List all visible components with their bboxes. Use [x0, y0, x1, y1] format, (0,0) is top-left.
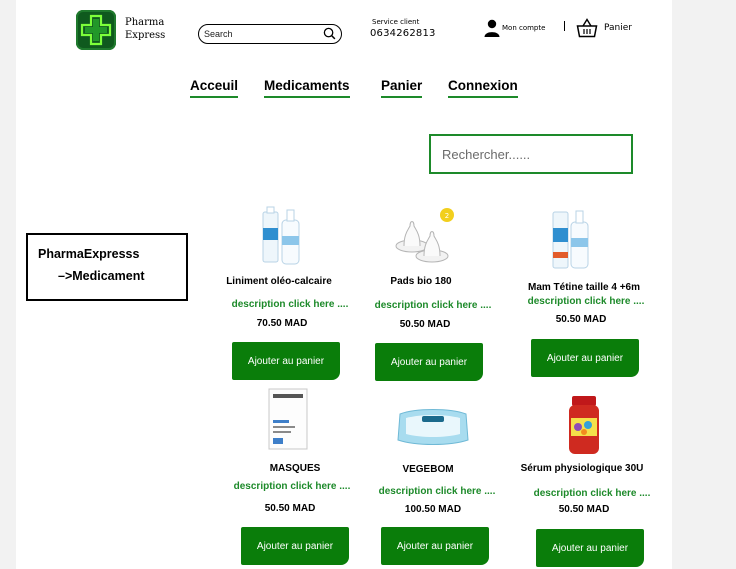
product-price: 100.50 MAD — [404, 504, 462, 515]
baby-bottle-nipple-product-image[interactable]: 2 — [392, 206, 456, 264]
breadcrumb-current: –>Medicament — [58, 269, 145, 283]
product-description-link[interactable]: description click here .... — [534, 488, 651, 499]
wipes-pack-product-image[interactable] — [396, 404, 470, 448]
cream-box-product-image[interactable] — [267, 388, 309, 450]
add-to-cart-button[interactable]: Ajouter au panier — [381, 527, 489, 565]
nav-acceuil[interactable]: Acceuil — [190, 78, 239, 98]
nav-panier[interactable]: Panier — [381, 78, 423, 98]
gummies-jar-product-image[interactable] — [566, 394, 602, 456]
product-name: MASQUES — [269, 463, 321, 474]
cart-label: Panier — [604, 23, 632, 33]
product-price: 50.50 MAD — [264, 503, 316, 514]
product-price: 50.50 MAD — [555, 314, 607, 325]
search-icon[interactable] — [323, 27, 336, 40]
svg-text:2: 2 — [445, 212, 449, 220]
pharmacy-cross-logo-icon[interactable] — [76, 10, 116, 50]
nasal-spray-product-image[interactable] — [260, 206, 302, 266]
product-name: Mam Tétine taille 4 +6m — [528, 282, 640, 293]
breadcrumb: PharmaExpresss –>Medicament — [26, 233, 188, 301]
product-name: Liniment oléo-calcaire — [226, 276, 332, 287]
add-to-cart-button[interactable]: Ajouter au panier — [375, 343, 483, 381]
product-description-link[interactable]: description click here .... — [375, 300, 492, 311]
brand-line2: Express — [125, 30, 166, 41]
user-icon — [484, 19, 500, 37]
page: Pharma Express Service client 0634262813… — [16, 0, 672, 569]
product-name: VEGEBOM — [402, 464, 454, 475]
brand-line1: Pharma — [125, 17, 165, 28]
breadcrumb-home[interactable]: PharmaExpresss — [38, 247, 139, 261]
product-name: Sérum physiologique 30U — [520, 463, 644, 474]
shopping-basket-icon — [576, 18, 598, 38]
nav-medicaments[interactable]: Medicaments — [264, 78, 350, 98]
brand-name[interactable]: Pharma Express — [125, 16, 165, 42]
product-description-link[interactable]: description click here .... — [528, 296, 645, 307]
product-price: 50.50 MAD — [558, 504, 610, 515]
service-client-phone: 0634262813 — [370, 28, 436, 39]
nasal-spray-product-image[interactable] — [551, 208, 591, 274]
cart-link[interactable]: Panier — [576, 17, 632, 39]
product-description-link[interactable]: description click here .... — [379, 486, 496, 497]
product-name: Pads bio 180 — [390, 276, 452, 287]
product-price: 70.50 MAD — [256, 318, 308, 329]
service-client-label: Service client — [372, 18, 420, 26]
add-to-cart-button[interactable]: Ajouter au panier — [232, 342, 340, 380]
header-divider — [564, 21, 565, 31]
product-price: 50.50 MAD — [399, 319, 451, 330]
product-description-link[interactable]: description click here .... — [234, 481, 351, 492]
product-description-link[interactable]: description click here .... — [232, 299, 349, 310]
account-link[interactable]: Mon compte — [484, 19, 545, 37]
add-to-cart-button[interactable]: Ajouter au panier — [536, 529, 644, 567]
header-search-box — [198, 24, 342, 44]
nav-connexion[interactable]: Connexion — [448, 78, 518, 98]
product-search-input[interactable] — [429, 134, 633, 174]
add-to-cart-button[interactable]: Ajouter au panier — [241, 527, 349, 565]
account-label: Mon compte — [502, 24, 546, 32]
add-to-cart-button[interactable]: Ajouter au panier — [531, 339, 639, 377]
header-search-input[interactable] — [204, 27, 316, 41]
